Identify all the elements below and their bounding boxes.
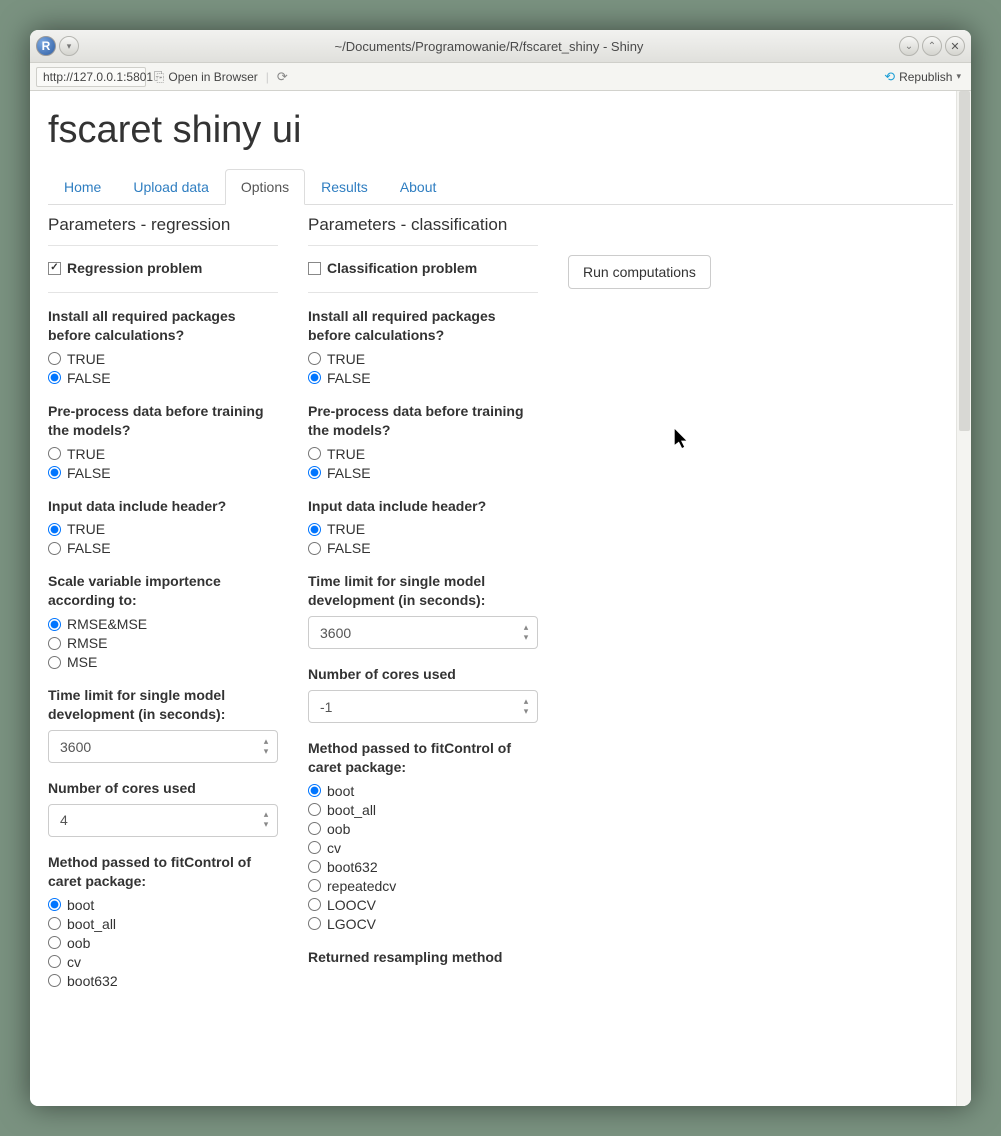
close-button[interactable]: ✕ bbox=[945, 36, 965, 56]
reg-preproc-false[interactable]: FALSE bbox=[48, 465, 278, 481]
classification-checkbox[interactable]: Classification problem bbox=[308, 260, 538, 276]
regression-column: Parameters - regression ✓ Regression pro… bbox=[48, 215, 278, 1005]
regression-checkbox-label: Regression problem bbox=[67, 260, 202, 276]
spin-down-icon[interactable]: ▾ bbox=[518, 633, 534, 643]
cls-preproc-false[interactable]: FALSE bbox=[308, 465, 538, 481]
cls-method-cv[interactable]: cv bbox=[308, 840, 538, 856]
tab-bar: Home Upload data Options Results About bbox=[48, 168, 953, 205]
tab-results[interactable]: Results bbox=[305, 169, 384, 205]
content-area: fscaret shiny ui Home Upload data Option… bbox=[30, 91, 971, 1106]
cls-method-repeatedcv[interactable]: repeatedcv bbox=[308, 878, 538, 894]
cls-return-label: Returned resampling method bbox=[308, 948, 538, 967]
scrollbar-thumb[interactable] bbox=[959, 91, 970, 431]
tab-home[interactable]: Home bbox=[48, 169, 117, 205]
maximize-button[interactable]: ⌃ bbox=[922, 36, 942, 56]
cls-header-label: Input data include header? bbox=[308, 497, 538, 516]
app-window: R ▾ ~/Documents/Programowanie/R/fscaret_… bbox=[30, 30, 971, 1106]
checkbox-icon: ✓ bbox=[48, 262, 61, 275]
spin-down-icon[interactable]: ▾ bbox=[258, 747, 274, 757]
cls-cores-input[interactable] bbox=[308, 690, 538, 723]
reg-method-oob[interactable]: oob bbox=[48, 935, 278, 951]
cls-install-false[interactable]: FALSE bbox=[308, 370, 538, 386]
reg-method-boot[interactable]: boot bbox=[48, 897, 278, 913]
run-computations-button[interactable]: Run computations bbox=[568, 255, 711, 289]
scrollbar[interactable] bbox=[956, 91, 971, 1106]
cls-method-boot632[interactable]: boot632 bbox=[308, 859, 538, 875]
cls-preproc-true[interactable]: TRUE bbox=[308, 446, 538, 462]
cls-header-true[interactable]: TRUE bbox=[308, 521, 538, 537]
reg-header-false[interactable]: FALSE bbox=[48, 540, 278, 556]
reg-method-boot632[interactable]: boot632 bbox=[48, 973, 278, 989]
cls-method-label: Method passed to fitControl of caret pac… bbox=[308, 739, 538, 777]
cls-preproc-label: Pre-process data before training the mod… bbox=[308, 402, 538, 440]
cls-install-true[interactable]: TRUE bbox=[308, 351, 538, 367]
reload-button[interactable]: ⟳ bbox=[277, 69, 288, 85]
titlebar: R ▾ ~/Documents/Programowanie/R/fscaret_… bbox=[30, 30, 971, 63]
cls-method-boot[interactable]: boot bbox=[308, 783, 538, 799]
spin-down-icon[interactable]: ▾ bbox=[258, 820, 274, 830]
reg-install-true[interactable]: TRUE bbox=[48, 351, 278, 367]
reg-time-input[interactable] bbox=[48, 730, 278, 763]
reg-method-cv[interactable]: cv bbox=[48, 954, 278, 970]
run-column: Run computations bbox=[568, 215, 711, 1005]
cls-method-bootall[interactable]: boot_all bbox=[308, 802, 538, 818]
reg-cores-label: Number of cores used bbox=[48, 779, 278, 798]
reg-preproc-label: Pre-process data before training the mod… bbox=[48, 402, 278, 440]
window-title: ~/Documents/Programowanie/R/fscaret_shin… bbox=[79, 39, 899, 54]
reg-header-true[interactable]: TRUE bbox=[48, 521, 278, 537]
app-title: fscaret shiny ui bbox=[48, 109, 953, 152]
tab-options[interactable]: Options bbox=[225, 169, 305, 205]
republish-icon: ⟲ bbox=[884, 69, 895, 85]
classification-header: Parameters - classification bbox=[308, 215, 538, 235]
reg-time-label: Time limit for single model development … bbox=[48, 686, 278, 724]
spin-down-icon[interactable]: ▾ bbox=[518, 707, 534, 717]
reg-method-bootall[interactable]: boot_all bbox=[48, 916, 278, 932]
reg-preproc-true[interactable]: TRUE bbox=[48, 446, 278, 462]
classification-column: Parameters - classification Classificati… bbox=[308, 215, 538, 1005]
reg-header-label: Input data include header? bbox=[48, 497, 278, 516]
classification-checkbox-label: Classification problem bbox=[327, 260, 477, 276]
titlebar-menu-button[interactable]: ▾ bbox=[59, 36, 79, 56]
regression-header: Parameters - regression bbox=[48, 215, 278, 235]
reg-install-label: Install all required packages before cal… bbox=[48, 307, 278, 345]
minimize-button[interactable]: ⌄ bbox=[899, 36, 919, 56]
cls-install-label: Install all required packages before cal… bbox=[308, 307, 538, 345]
r-icon: R bbox=[36, 36, 56, 56]
reg-scale-rmsemse[interactable]: RMSE&MSE bbox=[48, 616, 278, 632]
republish-label: Republish bbox=[899, 70, 952, 84]
regression-checkbox[interactable]: ✓ Regression problem bbox=[48, 260, 278, 276]
checkbox-icon bbox=[308, 262, 321, 275]
cls-time-label: Time limit for single model development … bbox=[308, 572, 538, 610]
browser-icon: ⎘ bbox=[154, 69, 164, 85]
url-field[interactable]: http://127.0.0.1:5801 bbox=[36, 67, 146, 87]
republish-button[interactable]: ⟲ Republish ▾ bbox=[884, 69, 961, 85]
reg-method-label: Method passed to fitControl of caret pac… bbox=[48, 853, 278, 891]
open-in-browser-button[interactable]: ⎘ Open in Browser bbox=[154, 69, 258, 85]
reg-scale-label: Scale variable importence according to: bbox=[48, 572, 278, 610]
reg-install-false[interactable]: FALSE bbox=[48, 370, 278, 386]
cls-method-lgocv[interactable]: LGOCV bbox=[308, 916, 538, 932]
chevron-down-icon: ▾ bbox=[956, 71, 961, 82]
tab-upload[interactable]: Upload data bbox=[117, 169, 225, 205]
reg-scale-mse[interactable]: MSE bbox=[48, 654, 278, 670]
cls-method-loocv[interactable]: LOOCV bbox=[308, 897, 538, 913]
reg-cores-input[interactable] bbox=[48, 804, 278, 837]
cls-method-oob[interactable]: oob bbox=[308, 821, 538, 837]
open-in-browser-label: Open in Browser bbox=[168, 70, 257, 84]
cls-time-input[interactable] bbox=[308, 616, 538, 649]
cls-header-false[interactable]: FALSE bbox=[308, 540, 538, 556]
cls-cores-label: Number of cores used bbox=[308, 665, 538, 684]
tab-about[interactable]: About bbox=[384, 169, 453, 205]
toolbar: http://127.0.0.1:5801 ⎘ Open in Browser … bbox=[30, 63, 971, 91]
reg-scale-rmse[interactable]: RMSE bbox=[48, 635, 278, 651]
